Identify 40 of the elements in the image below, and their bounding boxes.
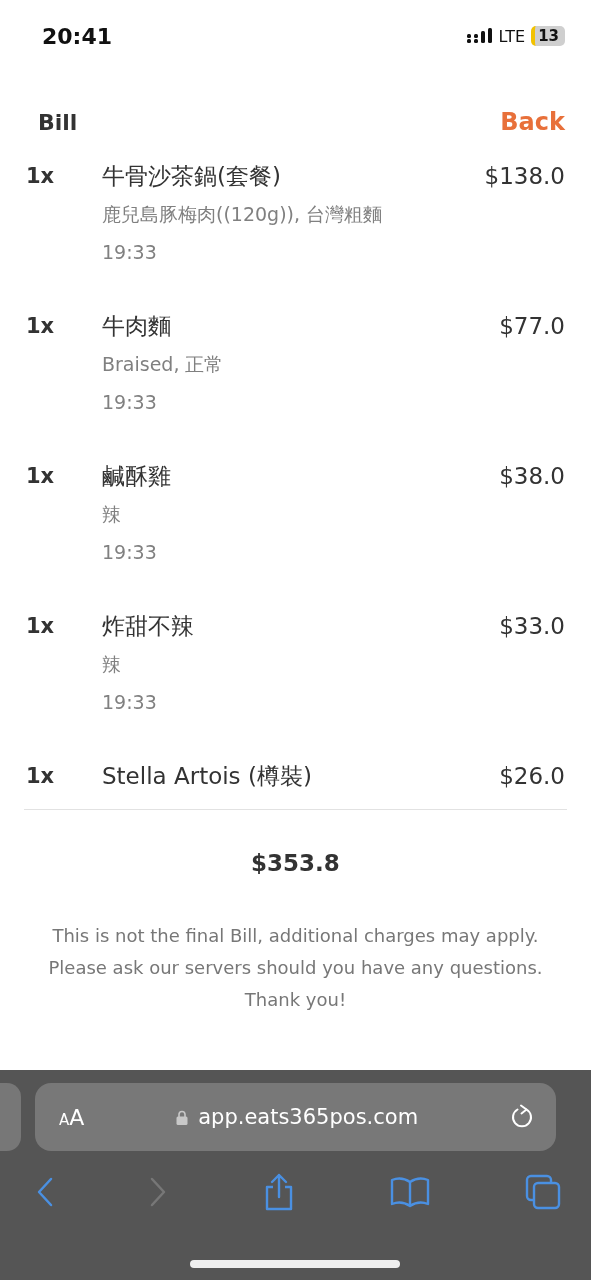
item-name: 牛骨沙茶鍋(套餐)	[102, 162, 281, 191]
item-price: $26.0	[499, 762, 565, 791]
bill-total: $353.8	[250, 850, 341, 876]
item-options: 辣	[102, 645, 121, 683]
back-icon[interactable]	[36, 1177, 54, 1207]
battery-indicator: 13	[531, 26, 565, 46]
item-price: $77.0	[499, 312, 565, 341]
item-name: Stella Artois (樽裝)	[102, 762, 312, 791]
item-quantity: 1x	[26, 163, 56, 190]
item-quantity: 1x	[26, 763, 56, 790]
address-bar[interactable]: AA app.eats365pos.com	[35, 1083, 556, 1151]
item-name: 牛肉麵	[102, 312, 171, 341]
item-time: 19:33	[102, 690, 157, 715]
item-quantity: 1x	[26, 313, 56, 340]
item-time: 19:33	[102, 240, 157, 265]
text-size-button[interactable]: AA	[59, 1104, 85, 1130]
status-time: 20:41	[42, 23, 113, 49]
item-time: 19:33	[102, 390, 157, 415]
tab-preview[interactable]	[0, 1083, 21, 1151]
back-link[interactable]: Back	[500, 108, 565, 136]
page-title: Bill	[38, 109, 78, 135]
item-name: 炸甜不辣	[102, 612, 194, 641]
bill-note: This is not the final Bill, additional charges may apply. Please ask our servers should you have any questions. Thank you!	[47, 924, 544, 1012]
item-quantity: 1x	[26, 463, 56, 490]
bookmarks-icon[interactable]	[389, 1176, 430, 1208]
item-name: 鹹酥雞	[102, 462, 171, 491]
lock-icon	[176, 1109, 189, 1125]
item-options: 辣	[102, 495, 121, 533]
item-price: $33.0	[499, 612, 565, 641]
item-price: $38.0	[499, 462, 565, 491]
item-price: $138.0	[484, 162, 565, 191]
tabs-icon[interactable]	[525, 1174, 561, 1210]
network-label: LTE	[498, 26, 526, 46]
url-text: app.eats365pos.com	[198, 1105, 419, 1129]
reload-icon[interactable]	[510, 1104, 534, 1130]
signal-icon	[466, 28, 493, 44]
item-quantity: 1x	[26, 613, 56, 640]
item-options: 鹿兒島豚梅肉((120g)), 台灣粗麵	[102, 195, 383, 233]
item-options: Braised, 正常	[102, 345, 224, 383]
item-time: 19:33	[102, 540, 157, 565]
